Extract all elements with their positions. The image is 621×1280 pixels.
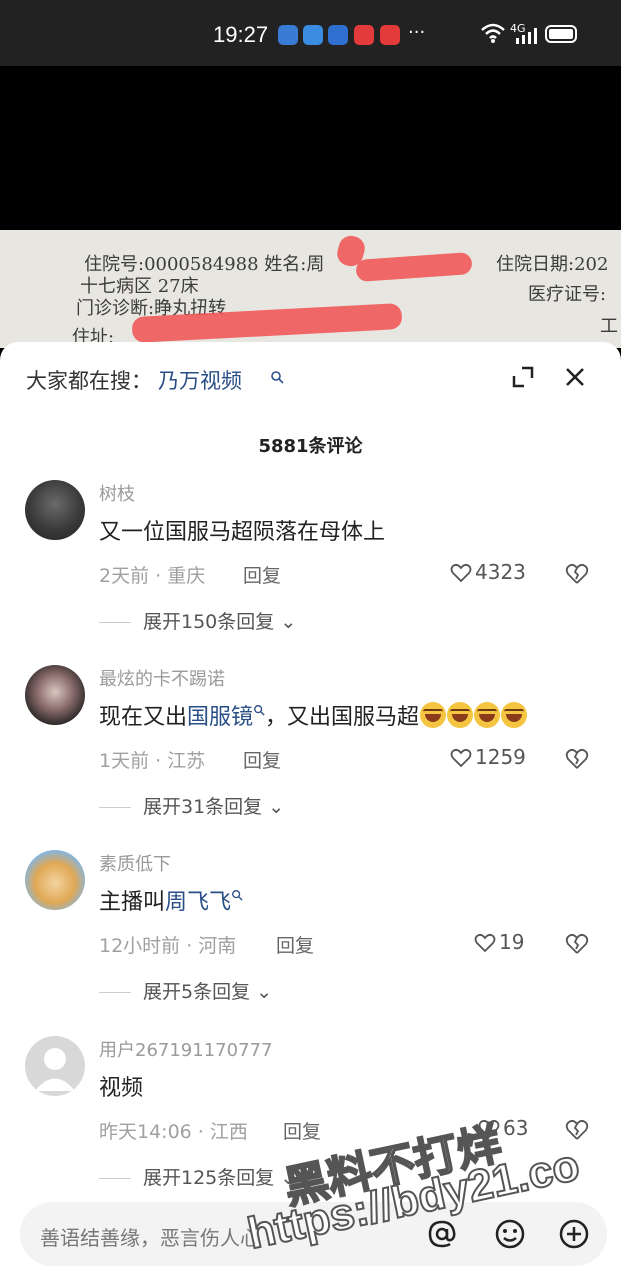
video-player[interactable]: 住院号:0000584988 姓名:周 十七病区 27床 门诊诊断:睁丸扭转 住…	[0, 66, 621, 348]
notification-icon-1	[278, 25, 298, 45]
like-button[interactable]: 4323	[450, 560, 526, 584]
expand-replies[interactable]: 展开125条回复 ⌄	[99, 1163, 296, 1190]
expand-replies-label: 展开5条回复	[143, 981, 251, 1003]
like-count: 63	[503, 1116, 529, 1140]
comment-text-part: 现在又出	[99, 705, 188, 730]
wifi-icon	[481, 23, 505, 43]
avatar[interactable]	[25, 480, 85, 540]
signal-icon	[516, 28, 537, 44]
laughing-emoji-icon	[501, 702, 528, 728]
reply-button[interactable]: 回复	[276, 931, 314, 958]
expand-replies-label: 展开31条回复	[143, 796, 263, 818]
comment-username[interactable]: 最炫的卡不踢诺	[99, 665, 225, 691]
laughing-emoji-icon	[474, 702, 501, 728]
trending-search: 大家都在搜： 乃万视频	[26, 365, 242, 395]
doc-line: 工	[600, 316, 618, 337]
expand-replies[interactable]: 展开5条回复 ⌄	[99, 977, 272, 1004]
heart-icon	[474, 933, 496, 953]
like-count: 4323	[475, 560, 526, 584]
chevron-down-icon: ⌄	[256, 981, 273, 1003]
fullscreen-icon[interactable]	[510, 364, 536, 390]
comment-meta: 昨天14:06 · 江西	[99, 1121, 248, 1143]
redaction-mark	[355, 251, 473, 283]
like-count: 1259	[475, 745, 526, 769]
notification-icon-3	[328, 25, 348, 45]
trending-search-link[interactable]: 乃万视频	[158, 369, 242, 393]
add-icon[interactable]	[558, 1218, 590, 1250]
comment-text: 视频	[99, 1076, 144, 1101]
mention-icon[interactable]	[426, 1218, 458, 1250]
comment-item: 树枝 又一位国服马超陨落在母体上 2天前 · 重庆 回复 4323 展开150条…	[0, 480, 621, 660]
comment-username[interactable]: 用户267191170777	[99, 1036, 272, 1062]
expand-replies-label: 展开150条回复	[143, 611, 275, 633]
comment-search-link[interactable]: 周飞飞	[165, 890, 231, 915]
shop-notification-icon	[354, 25, 374, 45]
search-icon	[271, 371, 284, 384]
search-icon	[232, 890, 243, 901]
comment-meta: 1天前 · 江苏	[99, 750, 206, 772]
reply-button[interactable]: 回复	[283, 1117, 321, 1144]
emoji-icon[interactable]	[494, 1218, 526, 1250]
comment-text: 主播叫周飞飞	[99, 884, 243, 916]
doc-line: 住院日期:202	[496, 254, 609, 275]
doc-line: 医疗证号:	[528, 284, 607, 305]
comment-input-placeholder[interactable]: 善语结善缘，恶言伤人心	[40, 1222, 260, 1251]
close-icon[interactable]	[562, 364, 588, 390]
like-count: 19	[499, 930, 525, 954]
comment-search-link[interactable]: 国服镜	[187, 705, 253, 730]
reply-button[interactable]: 回复	[243, 746, 281, 773]
reply-button[interactable]: 回复	[243, 561, 281, 588]
comment-meta: 2天前 · 重庆	[99, 565, 206, 587]
comment-meta: 12小时前 · 河南	[99, 935, 237, 957]
trending-search-label: 大家都在搜：	[26, 369, 152, 393]
more-notifications-icon: ···	[408, 22, 426, 43]
comments-sheet: 大家都在搜： 乃万视频 5881条评论 树枝 又一位国服马超陨落在母体上 2天前 …	[0, 342, 621, 1280]
comment-text: 现在又出国服镜 ，又出国服马超	[99, 699, 528, 731]
status-bar: 19:27 ··· 4G	[0, 0, 621, 66]
comment-username[interactable]: 素质低下	[99, 850, 171, 876]
default-avatar-icon	[35, 1048, 75, 1091]
heart-icon	[450, 748, 472, 768]
avatar[interactable]	[25, 850, 85, 910]
comment-item: 最炫的卡不踢诺 现在又出国服镜 ，又出国服马超 1天前 · 江苏 回复 1259 …	[0, 665, 621, 845]
heart-icon	[450, 563, 472, 583]
expand-replies-label: 展开125条回复	[143, 1167, 275, 1189]
chat-notification-icon	[303, 25, 323, 45]
avatar[interactable]	[25, 665, 85, 725]
laughing-emoji-icon	[447, 702, 474, 728]
comment-text: 又一位国服马超陨落在母体上	[99, 520, 386, 545]
expand-replies[interactable]: 展开31条回复 ⌄	[99, 792, 284, 819]
comment-count: 5881条评论	[258, 436, 363, 457]
avatar[interactable]	[25, 1036, 85, 1096]
comment-text-part: ，又出国服马超	[265, 705, 420, 730]
broken-heart-icon[interactable]	[565, 747, 589, 771]
like-button[interactable]: 1259	[450, 745, 526, 769]
video-frame-document: 住院号:0000584988 姓名:周 十七病区 27床 门诊诊断:睁丸扭转 住…	[0, 230, 621, 348]
shop-notification-icon-2	[380, 25, 400, 45]
comment-username[interactable]: 树枝	[99, 480, 135, 506]
laughing-emoji-icon	[420, 702, 447, 728]
expand-replies[interactable]: 展开150条回复 ⌄	[99, 607, 296, 634]
broken-heart-icon[interactable]	[565, 562, 589, 586]
broken-heart-icon[interactable]	[565, 932, 589, 956]
broken-heart-icon[interactable]	[565, 1118, 589, 1142]
status-time: 19:27	[213, 22, 269, 47]
comment-item: 素质低下 主播叫周飞飞 12小时前 · 河南 回复 19 展开5条回复 ⌄	[0, 850, 621, 1030]
like-button[interactable]: 19	[474, 930, 524, 954]
search-icon	[254, 705, 265, 716]
comment-text-part: 主播叫	[99, 890, 166, 915]
chevron-down-icon: ⌄	[280, 611, 297, 633]
chevron-down-icon: ⌄	[268, 796, 285, 818]
battery-icon	[545, 25, 577, 43]
